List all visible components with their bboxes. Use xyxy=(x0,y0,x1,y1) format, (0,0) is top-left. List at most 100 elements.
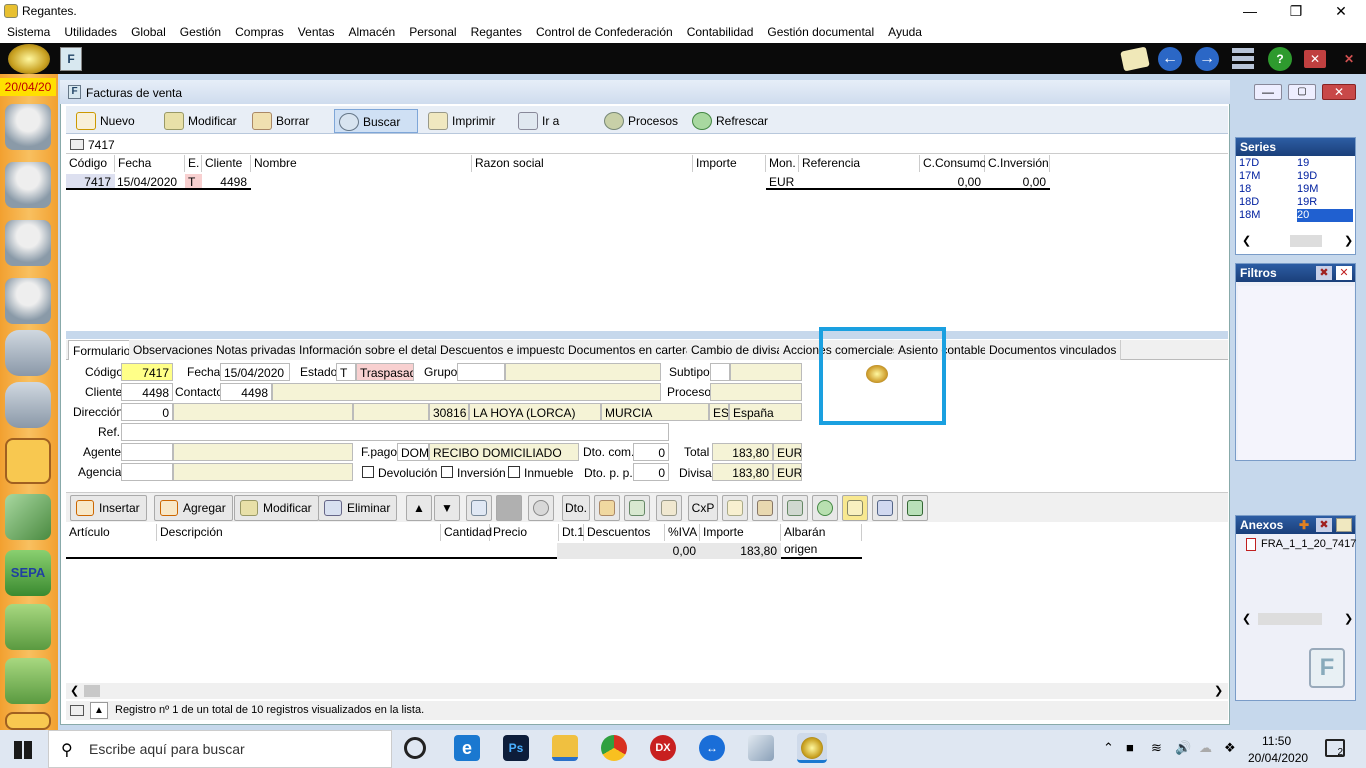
detail-header-albaran[interactable]: Albarán origen xyxy=(781,524,862,556)
agente-field[interactable] xyxy=(121,443,173,461)
series-item[interactable]: 19D xyxy=(1297,170,1317,183)
procesos-button[interactable]: Procesos xyxy=(600,109,686,133)
grid-header-nombre[interactable]: Nombre xyxy=(251,155,472,172)
filtros-clear-icon[interactable]: ✖ xyxy=(1316,266,1332,280)
edge-icon[interactable]: e xyxy=(454,735,480,761)
menu-personal[interactable]: Personal xyxy=(402,22,463,39)
lot-button[interactable] xyxy=(722,495,748,521)
menu-contabilidad[interactable]: Contabilidad xyxy=(680,22,761,39)
grid-header-estado[interactable]: E. xyxy=(185,155,202,172)
keyboard-icon[interactable] xyxy=(70,139,84,150)
borrar-button[interactable]: Borrar xyxy=(248,109,328,133)
menu-almacen[interactable]: Almacén xyxy=(342,22,403,39)
tray-wifi-icon[interactable]: ≋ xyxy=(1151,740,1162,756)
photoshop-icon[interactable]: Ps xyxy=(503,735,529,761)
contacto-field[interactable]: 4498 xyxy=(220,383,272,401)
agencia-field[interactable] xyxy=(121,463,173,481)
menu-sistema[interactable]: Sistema xyxy=(0,22,57,39)
close-all-icon[interactable]: ✕ xyxy=(1338,50,1360,68)
detail-header-descuentos[interactable]: Descuentos xyxy=(584,524,665,541)
series-item[interactable]: 17D xyxy=(1239,157,1259,170)
series-item-selected[interactable]: 20 xyxy=(1297,209,1353,222)
grid-header-referencia[interactable]: Referencia xyxy=(799,155,920,172)
grid-header-codigo[interactable]: Código xyxy=(66,155,115,172)
series-item[interactable]: 18 xyxy=(1239,183,1251,196)
dto-com-field[interactable]: 0 xyxy=(633,443,669,461)
scroll-left-icon[interactable]: ❮ xyxy=(70,684,79,697)
tray-dropbox-icon[interactable]: ❖ xyxy=(1224,740,1236,756)
taskbar-search[interactable]: ⚲ Escribe aquí para buscar xyxy=(48,730,392,768)
shopping-bag-icon[interactable] xyxy=(5,604,51,650)
horizontal-scrollbar[interactable]: ❮ ❯ xyxy=(66,683,1228,699)
series-scroll-right-icon[interactable]: ❯ xyxy=(1344,234,1353,247)
windows-start-icon[interactable] xyxy=(14,741,32,759)
imprimir-button[interactable]: Imprimir xyxy=(424,109,508,133)
task-view-icon[interactable] xyxy=(404,737,426,759)
modificar-linea-button[interactable]: Modificar xyxy=(234,495,319,521)
grid-header-moneda[interactable]: Mon. xyxy=(766,155,799,172)
buscar-button[interactable]: Buscar xyxy=(334,109,418,133)
user-admin-icon[interactable] xyxy=(5,162,51,208)
notes-button[interactable] xyxy=(466,495,492,521)
person-button[interactable] xyxy=(812,495,838,521)
move-down-button[interactable]: ▼ xyxy=(434,495,460,521)
grid-row[interactable]: 7417 15/04/2020 T 4498 EUR 0,00 0,00 xyxy=(66,174,1050,190)
dx-icon[interactable]: DX xyxy=(650,735,676,761)
devolucion-checkbox[interactable] xyxy=(362,466,374,478)
modificar-button[interactable]: Modificar xyxy=(160,109,244,133)
series-scrollbar[interactable]: ❮ ❯ xyxy=(1240,234,1353,248)
insertar-button[interactable]: Insertar xyxy=(70,495,147,521)
detail-header-iva[interactable]: %IVA xyxy=(665,524,700,541)
grid-header-fecha[interactable]: Fecha xyxy=(115,155,185,172)
anexos-scrollbar[interactable]: ❮ ❯ xyxy=(1240,612,1353,626)
calculator-button[interactable] xyxy=(624,495,650,521)
filtros-close-icon[interactable]: ✕ xyxy=(1336,266,1352,280)
cxp-button[interactable]: CxP xyxy=(688,495,718,521)
menu-gestion[interactable]: Gestión xyxy=(173,22,228,39)
anexos-add-icon[interactable]: ✚ xyxy=(1296,518,1312,532)
users-group-icon[interactable] xyxy=(5,104,51,150)
estado-code-field[interactable]: T xyxy=(336,363,356,381)
wizard-icon[interactable] xyxy=(5,494,51,540)
tab-descuentos-impuestos[interactable]: Descuentos e impuestos xyxy=(436,340,577,360)
detail-header-dt1[interactable]: Dt.1 xyxy=(559,524,584,541)
anexos-scroll-thumb[interactable] xyxy=(1258,613,1322,625)
settings-button[interactable] xyxy=(528,495,554,521)
fecha-field[interactable]: 15/04/2020 xyxy=(220,363,290,381)
blank-button[interactable] xyxy=(496,495,522,521)
series-item[interactable]: 19M xyxy=(1297,183,1318,196)
series-item[interactable]: 18M xyxy=(1239,209,1260,222)
series-scroll-thumb[interactable] xyxy=(1290,235,1322,247)
tab-cambio-divisa[interactable]: Cambio de divisa xyxy=(687,340,789,360)
cliente-field[interactable]: 4498 xyxy=(121,383,173,401)
eliminar-button[interactable]: Eliminar xyxy=(318,495,398,521)
grid-header-razon-social[interactable]: Razon social xyxy=(472,155,693,172)
agregar-button[interactable]: Agregar xyxy=(154,495,233,521)
regantes-task-icon[interactable] xyxy=(797,733,827,763)
tab-informacion-detalle[interactable]: Información sobre el detalle xyxy=(295,340,452,360)
detail-row[interactable]: 0,00 183,80 xyxy=(66,543,862,559)
user-icon[interactable] xyxy=(5,220,51,266)
database-counter-icon[interactable] xyxy=(5,330,51,376)
anexos-scroll-left-icon[interactable]: ❮ xyxy=(1242,612,1251,625)
detail-header-cantidad[interactable]: Cantidad xyxy=(441,524,492,541)
menu-ventas[interactable]: Ventas xyxy=(291,22,342,39)
series-scroll-left-icon[interactable]: ❮ xyxy=(1242,234,1251,247)
detail-header-importe[interactable]: Importe xyxy=(700,524,781,541)
scroll-thumb[interactable] xyxy=(84,685,100,697)
menu-lines-icon[interactable] xyxy=(1232,48,1254,70)
maximize-button[interactable]: ❐ xyxy=(1281,2,1311,20)
excel-button[interactable] xyxy=(902,495,928,521)
image-button[interactable] xyxy=(842,495,868,521)
folder-fa-icon[interactable] xyxy=(5,712,51,730)
move-up-button[interactable]: ▲ xyxy=(406,495,432,521)
series-item[interactable]: 17M xyxy=(1239,170,1260,183)
refrescar-button[interactable]: Refrescar xyxy=(688,109,778,133)
tray-cloud-icon[interactable]: ☁ xyxy=(1199,740,1212,756)
anexos-folder-icon[interactable] xyxy=(1336,518,1352,532)
package-button[interactable] xyxy=(752,495,778,521)
anexo-file[interactable]: FRA_1_1_20_7417 xyxy=(1261,538,1356,550)
dto-pp-field[interactable]: 0 xyxy=(633,463,669,481)
help-icon[interactable]: ? xyxy=(1268,47,1292,71)
mail-icon[interactable] xyxy=(1120,46,1150,72)
